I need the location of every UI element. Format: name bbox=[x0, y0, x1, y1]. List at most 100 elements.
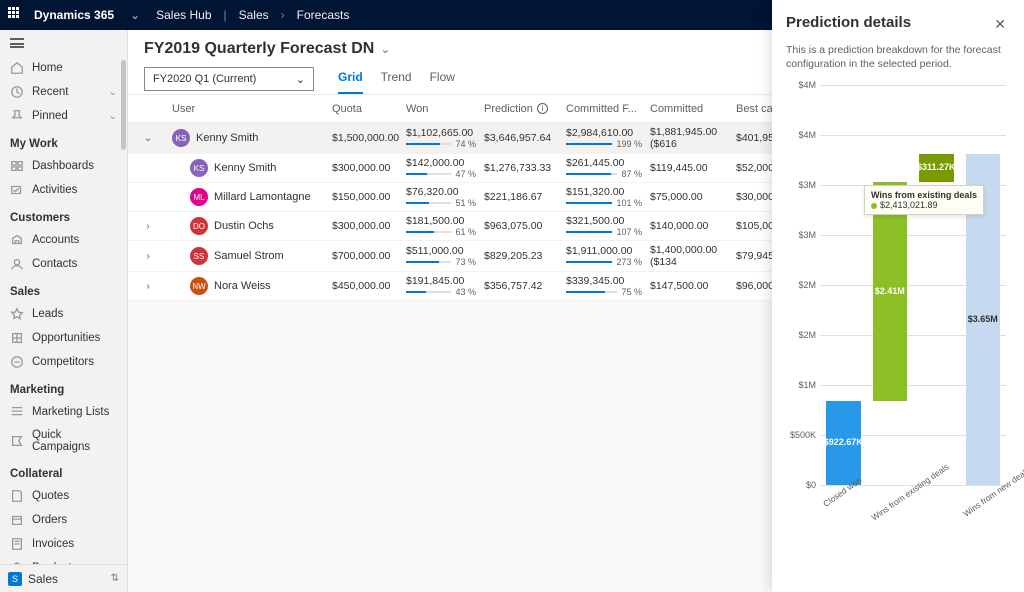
check-icon bbox=[10, 183, 24, 197]
column-header[interactable]: User bbox=[168, 103, 328, 115]
avatar: SS bbox=[190, 247, 208, 265]
user-name: Dustin Ochs bbox=[214, 220, 274, 232]
qc-icon bbox=[10, 434, 24, 448]
info-icon: i bbox=[537, 103, 548, 114]
dash-icon bbox=[10, 159, 24, 173]
committed-forecast-cell: $1,911,000.00273 % bbox=[562, 245, 646, 267]
chart-bar-closed-won[interactable]: $922.67K bbox=[820, 85, 867, 485]
tab-trend[interactable]: Trend bbox=[381, 64, 412, 94]
nav-item-accounts[interactable]: Accounts bbox=[0, 228, 127, 252]
expand-row-icon[interactable]: ⌄ bbox=[128, 133, 168, 144]
y-axis-tick: $2M bbox=[786, 280, 816, 290]
breadcrumb[interactable]: Sales bbox=[239, 8, 269, 22]
committed-forecast-cell: $339,345.0075 % bbox=[562, 275, 646, 297]
breadcrumb-separator: | bbox=[224, 8, 227, 22]
nav-group-title: My Work bbox=[0, 128, 127, 154]
scrollbar[interactable] bbox=[121, 60, 126, 150]
y-axis-tick: $1M bbox=[786, 380, 816, 390]
breadcrumb[interactable]: Forecasts bbox=[297, 8, 350, 22]
committed-cell: $119,445.00 bbox=[646, 162, 732, 174]
nav-item-activities[interactable]: Activities bbox=[0, 178, 127, 202]
user-name: Kenny Smith bbox=[214, 162, 276, 174]
hamburger-button[interactable] bbox=[0, 30, 127, 56]
prediction-details-panel: Prediction details ✕ This is a predictio… bbox=[772, 0, 1024, 592]
updown-icon: ⇅ bbox=[111, 573, 119, 584]
nav-item-marketing-lists[interactable]: Marketing Lists bbox=[0, 400, 127, 424]
nav-item-competitors[interactable]: Competitors bbox=[0, 350, 127, 374]
column-header[interactable]: Committed bbox=[646, 103, 732, 115]
chevron-down-icon: ⌄ bbox=[296, 73, 305, 86]
avatar: NW bbox=[190, 277, 208, 295]
won-cell: $142,000.0047 % bbox=[402, 157, 480, 179]
y-axis-tick: $4M bbox=[786, 130, 816, 140]
user-name: Kenny Smith bbox=[196, 132, 258, 144]
nav-item-quotes[interactable]: Quotes bbox=[0, 484, 127, 508]
chart-tooltip: Wins from existing deals $2,413,021.89 bbox=[864, 185, 984, 215]
column-header[interactable]: Won bbox=[402, 103, 480, 115]
prediction-chart: Wins from existing deals $2,413,021.89 $… bbox=[786, 85, 1010, 515]
nav-group-title: Collateral bbox=[0, 458, 127, 484]
quota-cell: $300,000.00 bbox=[328, 162, 402, 174]
committed-forecast-cell: $261,445.0087 % bbox=[562, 157, 646, 179]
y-axis-tick: $2M bbox=[786, 330, 816, 340]
panel-title: Prediction details bbox=[786, 14, 911, 31]
nav-item-home[interactable]: Home bbox=[0, 56, 127, 80]
quota-cell: $300,000.00 bbox=[328, 220, 402, 232]
clock-icon bbox=[10, 85, 24, 99]
nav-item-dashboards[interactable]: Dashboards bbox=[0, 154, 127, 178]
nav-item-contacts[interactable]: Contacts bbox=[0, 252, 127, 276]
close-icon[interactable]: ✕ bbox=[990, 14, 1010, 35]
tab-flow[interactable]: Flow bbox=[430, 64, 455, 94]
prediction-cell[interactable]: $356,757.42 bbox=[480, 280, 562, 292]
quota-cell: $700,000.00 bbox=[328, 250, 402, 262]
prediction-cell[interactable]: $963,075.00 bbox=[480, 220, 562, 232]
nav-group-title: Customers bbox=[0, 202, 127, 228]
prediction-cell[interactable]: $1,276,733.33 bbox=[480, 162, 562, 174]
quota-cell: $150,000.00 bbox=[328, 191, 402, 203]
column-header[interactable]: Quota bbox=[328, 103, 402, 115]
avatar: DO bbox=[190, 217, 208, 235]
prediction-cell[interactable]: $3,646,957.64 bbox=[480, 132, 562, 144]
nav-item-leads[interactable]: Leads bbox=[0, 302, 127, 326]
quota-cell: $1,500,000.00 bbox=[328, 132, 402, 144]
mlist-icon bbox=[10, 405, 24, 419]
avatar: KS bbox=[190, 159, 208, 177]
won-cell: $191,845.0043 % bbox=[402, 275, 480, 297]
chart-bar-wins-from-new-deals[interactable]: $311.27K bbox=[913, 85, 960, 485]
chart-bar-total-prediction[interactable]: $3.65M bbox=[960, 85, 1007, 485]
chevron-down-icon[interactable]: ⌄ bbox=[130, 8, 140, 22]
expand-row-icon[interactable]: › bbox=[128, 251, 168, 262]
won-cell: $511,000.0073 % bbox=[402, 245, 480, 267]
prediction-cell[interactable]: $221,186.67 bbox=[480, 191, 562, 203]
tab-grid[interactable]: Grid bbox=[338, 64, 363, 94]
committed-cell: $1,881,945.00 ($616 bbox=[646, 126, 732, 150]
nav-item-orders[interactable]: Orders bbox=[0, 508, 127, 532]
nav-item-recent[interactable]: Recent ⌄ bbox=[0, 80, 127, 104]
area-switcher[interactable]: S Sales ⇅ bbox=[0, 564, 127, 592]
chart-bar-wins-from-existing-deals[interactable]: $2.41M bbox=[867, 85, 914, 485]
lead-icon bbox=[10, 307, 24, 321]
y-axis-tick: $3M bbox=[786, 180, 816, 190]
comp-icon bbox=[10, 355, 24, 369]
chevron-down-icon[interactable]: ⌄ bbox=[380, 42, 390, 56]
y-axis-tick: $3M bbox=[786, 230, 816, 240]
nav-item-opportunities[interactable]: Opportunities bbox=[0, 326, 127, 350]
period-select[interactable]: FY2020 Q1 (Current) ⌄ bbox=[144, 67, 314, 91]
expand-row-icon[interactable]: › bbox=[128, 221, 168, 232]
won-cell: $1,102,665.0074 % bbox=[402, 127, 480, 149]
expand-row-icon[interactable]: › bbox=[128, 281, 168, 292]
column-header[interactable]: Predictioni bbox=[480, 103, 562, 115]
nav-item-invoices[interactable]: Invoices bbox=[0, 532, 127, 556]
column-header[interactable]: Committed F... bbox=[562, 103, 646, 115]
committed-forecast-cell: $321,500.00107 % bbox=[562, 215, 646, 237]
inv-icon bbox=[10, 537, 24, 551]
nav-item-pinned[interactable]: Pinned ⌄ bbox=[0, 104, 127, 128]
prediction-cell[interactable]: $829,205.23 bbox=[480, 250, 562, 262]
won-cell: $181,500.0061 % bbox=[402, 215, 480, 237]
user-name: Millard Lamontagne bbox=[214, 191, 311, 203]
app-name[interactable]: Sales Hub bbox=[156, 8, 211, 22]
opp-icon bbox=[10, 331, 24, 345]
app-launcher-icon[interactable] bbox=[8, 7, 24, 23]
chevron-down-icon: ⌄ bbox=[109, 111, 117, 122]
nav-item-quick-campaigns[interactable]: Quick Campaigns bbox=[0, 424, 127, 458]
